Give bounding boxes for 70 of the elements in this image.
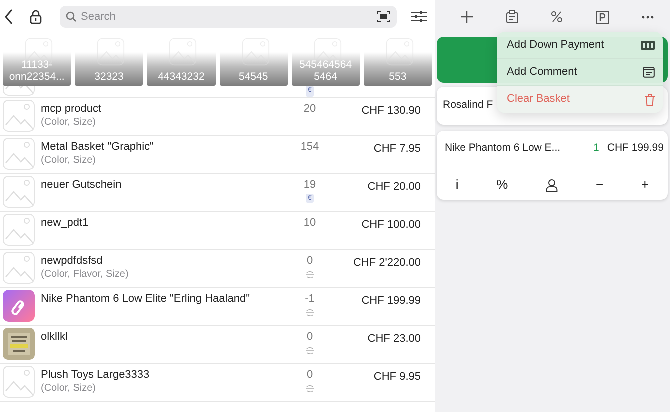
product-row[interactable]: Plush Toys Large3333 (Color, Size) 0 CHF 9.95: [0, 364, 435, 402]
category-label: 44343232: [158, 71, 205, 83]
decrease-button[interactable]: −: [590, 174, 610, 194]
product-price: CHF 100.00: [362, 219, 421, 231]
barcode-scan-icon[interactable]: [377, 11, 391, 23]
product-price: CHF 130.90: [362, 105, 421, 117]
product-row[interactable]: Metal Basket "Graphic" (Color, Size) 154 CHF 7.95: [0, 136, 435, 174]
product-row[interactable]: olkllkl 0 CHF 23.00: [0, 326, 435, 364]
basket-item[interactable]: Nike Phantom 6 Low E... 1 CHF 199.99: [437, 131, 668, 167]
person-icon: [546, 178, 558, 192]
basket-item-price: CHF 199.99: [607, 141, 664, 156]
product-variants: (Color, Flavor, Size): [41, 268, 130, 281]
category-label: 545464564 5464: [299, 59, 352, 83]
clipboard-icon[interactable]: [506, 10, 519, 24]
product-variants: (Color, Size): [41, 116, 98, 129]
product-row[interactable]: newpdfdsfsd (Color, Flavor, Size) 0 CHF 2'220.00: [0, 250, 435, 288]
product-variants: (Color, Size): [41, 382, 98, 395]
lock-icon[interactable]: [30, 10, 42, 24]
image-placeholder-icon: [97, 38, 126, 66]
category-label: 11133- onn22354...: [9, 59, 65, 83]
product-name: olkllkl: [41, 331, 69, 344]
image-placeholder-icon: [242, 38, 270, 66]
product-name: neuer Gutschein: [41, 179, 123, 192]
banknote-icon: [641, 40, 655, 50]
filter-icon[interactable]: [411, 11, 427, 23]
product-price: CHF 20.00: [368, 181, 421, 193]
product-name: mcp product: [41, 103, 103, 116]
discount-button[interactable]: %: [490, 174, 514, 194]
parking-icon[interactable]: [596, 10, 610, 24]
product-name: Plush Toys Large3333: [41, 369, 151, 382]
search-field[interactable]: Search: [60, 6, 397, 28]
stock-count: 0: [306, 255, 314, 268]
percent-icon[interactable]: [551, 11, 564, 23]
image-placeholder-icon: [386, 38, 414, 66]
stock-count: 20: [304, 103, 316, 116]
customer-name: Rosalind F: [443, 98, 494, 114]
increase-button[interactable]: +: [635, 174, 655, 194]
stock-count: 0: [306, 369, 314, 382]
basket-item-name: Nike Phantom 6 Low E...: [445, 141, 562, 156]
product-price: CHF 199.99: [362, 295, 421, 307]
more-icon[interactable]: [642, 16, 654, 18]
product-price: CHF 23.00: [368, 333, 421, 345]
stock-count: 10: [304, 217, 316, 230]
search-icon: [66, 12, 77, 22]
image-placeholder-icon: [169, 38, 198, 66]
product-row[interactable]: mcp product (Color, Size) 20 CHF 130.90: [0, 98, 435, 136]
comment-icon: [643, 66, 655, 78]
product-price: CHF 7.95: [374, 143, 421, 155]
product-name: Nike Phantom 6 Low Elite "Erling Haaland": [41, 293, 251, 306]
back-button[interactable]: [4, 9, 14, 25]
category-label: 553: [389, 71, 407, 83]
product-name: new_pdt1: [41, 217, 90, 230]
stock-count: 0: [306, 331, 314, 344]
product-variants: (Color, Size): [41, 154, 98, 167]
menu-item[interactable]: Add Down Payment: [497, 32, 663, 59]
category-label: 54545: [239, 71, 268, 83]
product-price: CHF 9.95: [374, 371, 421, 383]
info-button[interactable]: i: [450, 174, 465, 194]
category-label: 32323: [94, 71, 124, 83]
product-row[interactable]: new_pdt1 10 CHF 100.00: [0, 212, 435, 250]
product-row[interactable]: Nike Phantom 6 Low Elite "Erling Haaland" -1 CHF 199.99: [0, 288, 435, 326]
stock-count: -1: [305, 293, 315, 306]
product-name: Metal Basket "Graphic": [41, 141, 155, 154]
basket-quantity: 1: [594, 141, 600, 156]
add-icon[interactable]: [461, 11, 474, 23]
trash-icon: [645, 94, 655, 106]
product-name: newpdfdsfsd: [41, 255, 104, 268]
product-price: CHF 2'220.00: [353, 257, 421, 269]
stock-count: 19: [304, 179, 316, 192]
stock-count: 154: [300, 141, 320, 154]
